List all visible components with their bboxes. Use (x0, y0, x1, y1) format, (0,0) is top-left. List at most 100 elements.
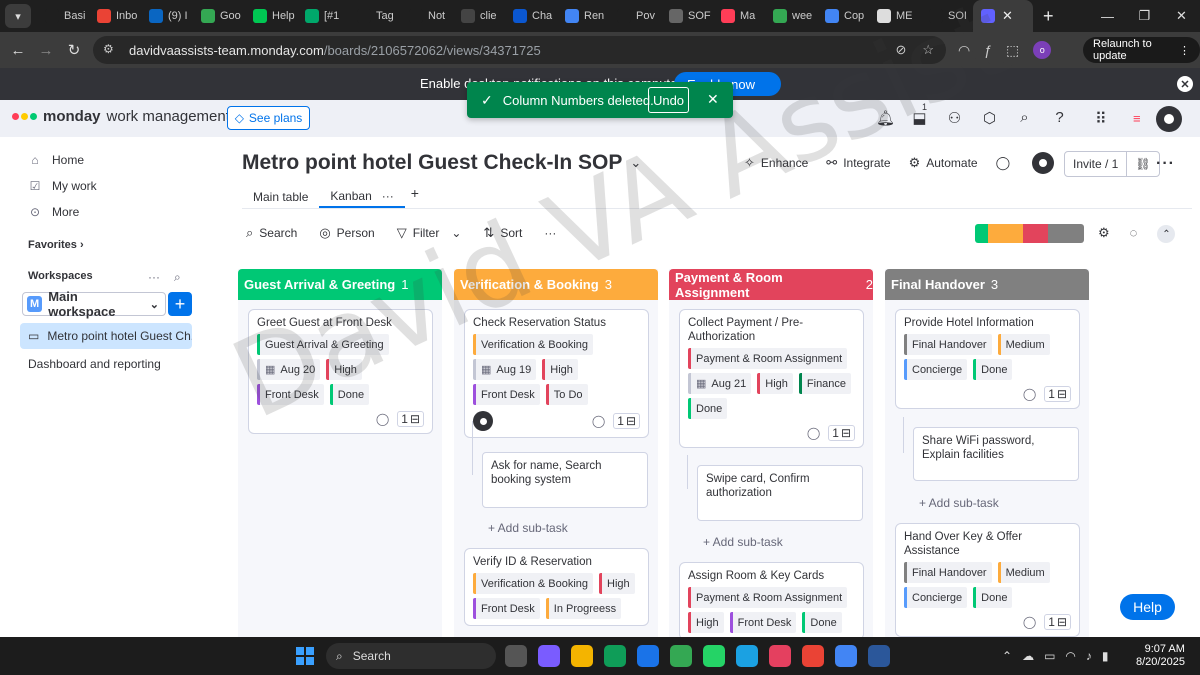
windows-start-icon[interactable] (296, 647, 314, 665)
status-tag[interactable]: High (326, 359, 362, 380)
browser-tab[interactable]: Ma (713, 0, 765, 32)
status-tag[interactable]: To Do (545, 384, 588, 405)
tab-search-button[interactable]: ▾ (5, 4, 31, 28)
profile-avatar[interactable]: o (1033, 41, 1052, 59)
settings-gear-icon[interactable]: ⚙ (1098, 225, 1110, 243)
kanban-card[interactable]: Provide Hotel Information Final Handover M… (895, 309, 1080, 409)
sidebar-item[interactable]: ⌂ Home (10, 147, 208, 173)
taskbar-app-icon[interactable] (604, 645, 626, 667)
subitems-counter[interactable]: 1 ⊟ (1044, 386, 1071, 402)
integrate-button[interactable]: ⚯ Integrate (826, 155, 890, 171)
status-tag[interactable]: Front Desk (257, 384, 324, 405)
taskbar-app-icon[interactable] (538, 645, 560, 667)
monday-logo[interactable]: monday work management (12, 108, 230, 125)
subitems-counter[interactable]: 1 ⊟ (613, 413, 640, 429)
taskbar-app-icon[interactable] (703, 645, 725, 667)
kanban-card[interactable]: Greet Guest at Front Desk Guest Arrival &… (248, 309, 433, 434)
column-color-bar[interactable] (975, 224, 1084, 243)
subitems-counter[interactable]: 1 ⊟ (1044, 614, 1071, 630)
bell-icon[interactable]: 🔔︎ (876, 109, 895, 127)
taskbar-app-icon[interactable] (868, 645, 890, 667)
browser-tab[interactable]: Cha (505, 0, 557, 32)
comment-icon[interactable]: ◯ (1023, 387, 1036, 401)
site-info-icon[interactable]: ⚙ (103, 42, 119, 58)
board-title[interactable]: Metro point hotel Guest Check-In SOP ⌄ (242, 151, 641, 175)
status-tag[interactable]: Final Handover (904, 562, 992, 583)
product-switcher-icon[interactable]: ⠿ (1095, 109, 1107, 129)
status-tag[interactable]: Done (973, 359, 1013, 380)
status-tag[interactable]: Verification & Booking (473, 573, 594, 594)
status-tag[interactable]: Verification & Booking (473, 334, 594, 355)
browser-tab[interactable]: SOF (661, 0, 713, 32)
kanban-card[interactable]: Collect Payment / Pre-Authorization Payme… (679, 309, 864, 448)
taskbar-app-icon[interactable] (670, 645, 692, 667)
browser-tab[interactable]: clie (453, 0, 505, 32)
kanban-card[interactable]: Assign Room & Key Cards Payment & Room As… (679, 562, 864, 640)
battery-icon[interactable]: ▮ (1102, 649, 1109, 663)
date-tag[interactable]: ▦ Aug 19 (473, 359, 537, 380)
column-header[interactable]: Verification & Booking 3 (454, 269, 658, 300)
updates-chat-icon[interactable]: ◌ (1130, 225, 1138, 243)
comment-icon[interactable]: ◯ (376, 412, 389, 426)
back-icon[interactable]: ← (4, 42, 32, 59)
browser-tab[interactable]: Inbo (89, 0, 141, 32)
taskbar-app-icon[interactable] (802, 645, 824, 667)
favorites-section[interactable]: Favorites › (10, 239, 208, 251)
board-more-icon[interactable]: ··· (1156, 155, 1175, 173)
subitems-counter[interactable]: 1 ⊟ (828, 425, 855, 441)
browser-tab[interactable]: wee (765, 0, 817, 32)
taskbar-app-icon[interactable] (505, 645, 527, 667)
browser-tab[interactable]: Tag (349, 0, 401, 32)
subtask-card[interactable]: Share WiFi password, Explain facilities (913, 427, 1079, 481)
taskbar-app-icon[interactable] (571, 645, 593, 667)
workspace-selector[interactable]: M Main workspace ⌄ (22, 289, 166, 319)
status-tag[interactable]: Medium (997, 334, 1050, 355)
browser-tab[interactable]: Help (245, 0, 297, 32)
sidebar-item[interactable]: ☑ My work (10, 173, 208, 199)
cloud-icon[interactable]: ☁ (1022, 649, 1034, 663)
toolbar-more-icon[interactable]: ··· (544, 226, 556, 240)
status-tag[interactable]: Front Desk (473, 384, 540, 405)
browser-tab[interactable]: ME (869, 0, 921, 32)
tab-kanban[interactable]: Kanban ··· (319, 185, 405, 208)
status-tag[interactable]: Front Desk (473, 598, 540, 619)
sidebar-item[interactable]: ⊙ More (10, 199, 208, 225)
banner-close-icon[interactable]: ✕ (1177, 76, 1193, 92)
status-tag[interactable]: Finance (798, 373, 852, 394)
taskbar-clock[interactable]: 9:07 AM 8/20/2025 (1136, 643, 1185, 669)
color-swatch[interactable] (988, 224, 1023, 243)
taskbar-search[interactable]: ⌕ Search (326, 643, 496, 669)
status-tag[interactable]: Done (688, 398, 728, 419)
search-icon[interactable]: ⌕ (1016, 109, 1033, 127)
add-subtask-button[interactable]: + Add sub-task (703, 535, 783, 549)
invite-button[interactable]: Invite / 1 ⛓ (1064, 151, 1160, 177)
status-tag[interactable]: Done (973, 587, 1013, 608)
color-swatch[interactable] (1023, 224, 1048, 243)
bookmark-star-icon[interactable]: ☆ (922, 42, 934, 58)
close-tab-icon[interactable]: ✕ (1002, 8, 1013, 24)
apps-marketplace-icon[interactable]: ⬡ (981, 109, 998, 127)
url-field[interactable]: ⚙ davidvaassists-team.monday.com /boards… (93, 36, 946, 64)
kanban-card[interactable]: Hand Over Key & Offer Assistance Final Ha… (895, 523, 1080, 637)
status-tag[interactable]: Medium (997, 562, 1050, 583)
workspaces-more-icon[interactable]: ··· (148, 270, 160, 284)
status-tag[interactable]: Guest Arrival & Greeting (257, 334, 389, 355)
new-tab-icon[interactable]: + (1043, 6, 1054, 27)
status-tag[interactable]: Concierge (904, 587, 968, 608)
taskbar-app-icon[interactable] (637, 645, 659, 667)
minimize-icon[interactable]: — (1089, 0, 1126, 32)
browser-tab[interactable]: SOI (921, 0, 973, 32)
kanban-card[interactable]: Verify ID & Reservation Verification & Bo… (464, 548, 649, 626)
status-tag[interactable]: High (757, 373, 793, 394)
status-tag[interactable]: In Progreess (545, 598, 622, 619)
reload-icon[interactable]: ↻ (60, 41, 88, 59)
color-swatch[interactable] (975, 224, 988, 243)
kanban-card[interactable]: Check Reservation Status Verification & B… (464, 309, 649, 438)
automate-button[interactable]: ⚙ Automate (909, 155, 978, 171)
restore-icon[interactable]: ❐ (1126, 0, 1163, 32)
browser-tab[interactable]: Cop (817, 0, 869, 32)
filter-button[interactable]: ▽ Filter ⌄ (397, 225, 462, 241)
date-tag[interactable]: ▦ Aug 20 (257, 359, 321, 380)
add-workspace-button[interactable]: + (168, 292, 192, 316)
browser-tab[interactable]: Basi (37, 0, 89, 32)
